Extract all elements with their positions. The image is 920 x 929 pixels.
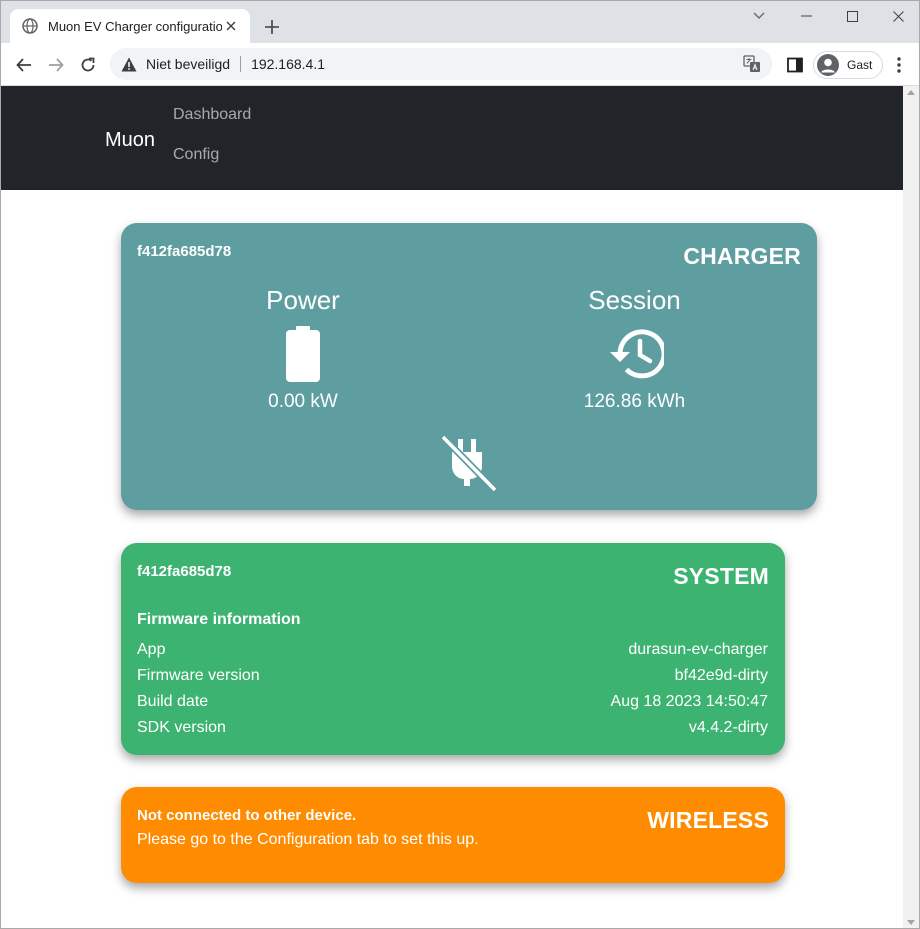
session-metric: Session 126.86 kWh [557,285,712,413]
system-device-id: f412fa685d78 [137,563,232,580]
back-arrow-icon[interactable] [11,52,37,78]
nav-link-dashboard[interactable]: Dashboard [173,106,251,124]
power-off-icon [437,433,498,493]
power-metric: Power 0.00 kW [233,285,373,413]
page-scrollbar[interactable] [903,86,919,928]
maximize-icon[interactable] [837,5,867,27]
brand-logo[interactable]: Muon [105,129,155,152]
new-tab-button[interactable] [261,16,283,38]
session-value: 126.86 kWh [583,391,686,412]
more-menu-icon[interactable] [890,55,908,75]
system-card: f412fa685d78 SYSTEM Firmware information… [121,543,785,755]
warning-icon[interactable] [120,55,138,73]
browser-window: Muon EV Charger configuration Niet bevei… [0,0,920,929]
firmware-table: App durasun-ev-charger Firmware version … [137,637,768,741]
firmware-row-sdk-version: SDK version v4.4.2-dirty [137,715,768,741]
title-bar: Muon EV Charger configuration [1,1,919,43]
firmware-row-value: bf42e9d-dirty [674,667,768,684]
globe-icon [22,18,38,34]
tab-title: Muon EV Charger configuration [48,18,222,34]
firmware-heading: Firmware information [137,611,301,628]
firmware-row-label: Build date [137,693,209,710]
firmware-row-value: v4.4.2-dirty [688,719,768,736]
translate-icon[interactable] [742,54,762,74]
charger-card-title: CHARGER [683,243,801,269]
browser-toolbar: Niet beveiligd 192.168.4.1 Gast [1,43,919,86]
firmware-row-value: Aug 18 2023 14:50:47 [610,693,768,710]
security-status[interactable]: Niet beveiligd [146,56,230,72]
charger-device-id: f412fa685d78 [137,243,232,260]
battery-icon [233,325,373,383]
power-value: 0.00 kW [268,391,338,412]
side-panel-icon[interactable] [785,55,805,75]
session-label: Session [588,285,681,315]
scroll-up-arrow-icon[interactable] [907,90,915,95]
close-window-icon[interactable] [883,5,913,27]
profile-name: Gast [847,58,873,72]
browser-tab[interactable]: Muon EV Charger configuration [10,9,250,43]
reload-icon[interactable] [75,52,101,78]
firmware-row-value: durasun-ev-charger [628,641,768,658]
app-navbar: Muon Dashboard Config [1,86,903,190]
firmware-row-label: Firmware version [137,667,260,684]
wireless-hint: Please go to the Configuration tab to se… [137,831,479,848]
close-tab-icon[interactable] [222,17,240,35]
page-viewport: Muon Dashboard Config f412fa685d78 CHARG… [1,86,903,928]
profile-avatar-icon [817,54,839,76]
charger-card: f412fa685d78 CHARGER Power 0.00 kW Sessi… [121,223,817,510]
address-bar[interactable]: Niet beveiligd 192.168.4.1 [110,48,772,80]
firmware-row-label: App [137,641,166,658]
firmware-row-build-date: Build date Aug 18 2023 14:50:47 [137,689,768,715]
firmware-row-app: App durasun-ev-charger [137,637,768,663]
minimize-icon[interactable] [791,5,821,27]
profile-button[interactable]: Gast [813,51,884,79]
firmware-row-label: SDK version [137,719,226,736]
url-text[interactable]: 192.168.4.1 [251,56,742,72]
forward-arrow-icon[interactable] [43,52,69,78]
nav-link-config[interactable]: Config [173,146,219,164]
wireless-card-title: WIRELESS [647,807,769,833]
wireless-card: Not connected to other device. Please go… [121,787,785,883]
wireless-status: Not connected to other device. [137,807,357,824]
omnibox-divider [240,56,242,72]
power-label: Power [266,285,340,315]
tab-search-chevron-icon[interactable] [744,5,774,27]
history-icon [557,325,712,383]
firmware-row-version: Firmware version bf42e9d-dirty [137,663,768,689]
scroll-down-arrow-icon[interactable] [907,920,915,925]
system-card-title: SYSTEM [673,563,769,589]
